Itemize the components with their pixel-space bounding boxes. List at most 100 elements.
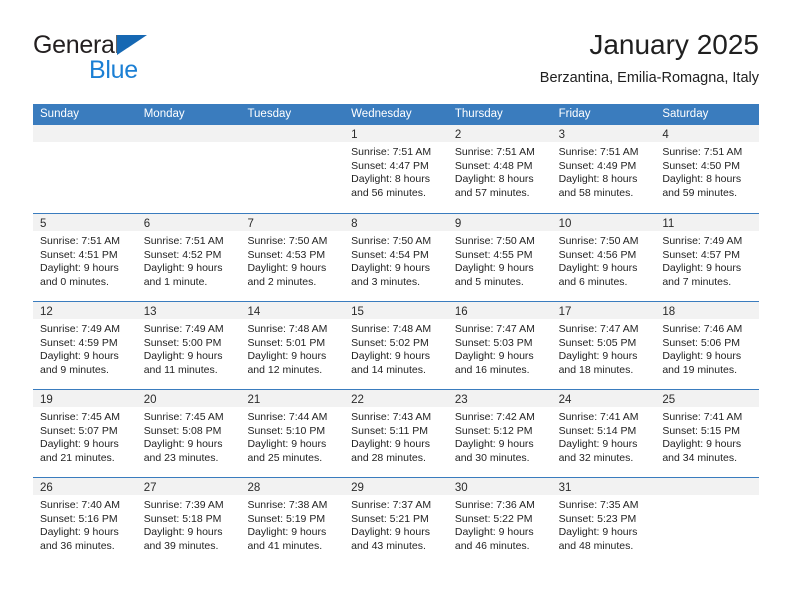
week-row: 5 Sunrise: 7:51 AM Sunset: 4:51 PM Daylight… (33, 213, 760, 301)
day-cell[interactable]: 25 Sunrise: 7:41 AM Sunset: 5:15 PM Dayligh… (655, 390, 760, 477)
day-cell-empty (136, 125, 241, 213)
detail-line: and 32 minutes. (558, 451, 634, 464)
day-cell[interactable]: 23 Sunrise: 7:42 AM Sunset: 5:12 PM Dayligh… (447, 390, 552, 477)
day-cell[interactable]: 3 Sunrise: 7:51 AM Sunset: 4:49 PM Daylight… (551, 125, 656, 213)
day-details: Sunrise: 7:42 AM Sunset: 5:12 PM Daylight:… (448, 407, 552, 465)
day-cell[interactable]: 1 Sunrise: 7:51 AM Sunset: 4:47 PM Daylight… (344, 125, 448, 213)
day-cell[interactable]: 24 Sunrise: 7:41 AM Sunset: 5:14 PM Dayligh… (551, 390, 656, 477)
detail-line: Sunset: 4:55 PM (454, 248, 533, 261)
day-cell[interactable]: 6 Sunrise: 7:51 AM Sunset: 4:52 PM Daylight… (136, 214, 241, 301)
day-details: Sunrise: 7:39 AM Sunset: 5:18 PM Daylight:… (137, 495, 241, 553)
detail-line: Daylight: 8 hours (454, 173, 534, 185)
day-cell[interactable]: 30 Sunrise: 7:36 AM Sunset: 5:22 PM Dayligh… (447, 478, 552, 565)
day-number-strip: 11 (655, 214, 760, 231)
weekday-header-row: Sunday Monday Tuesday Wednesday Thursday Frid… (33, 104, 759, 125)
day-number: 25 (662, 394, 676, 406)
detail-line: Sunset: 5:21 PM (351, 512, 429, 525)
day-cell[interactable]: 15 Sunrise: 7:48 AM Sunset: 5:02 PM Dayligh… (344, 302, 448, 389)
day-number: 23 (454, 394, 468, 406)
day-number-strip: 18 (655, 302, 760, 319)
detail-line: Sunset: 4:54 PM (351, 248, 429, 261)
day-cell[interactable]: 13 Sunrise: 7:49 AM Sunset: 5:00 PM Dayligh… (136, 302, 241, 389)
detail-line: and 59 minutes. (662, 186, 738, 199)
detail-line: Daylight: 9 hours (143, 350, 223, 362)
day-cell[interactable]: 17 Sunrise: 7:47 AM Sunset: 5:05 PM Dayligh… (551, 302, 656, 389)
detail-line: Sunrise: 7:49 AM (40, 323, 120, 335)
detail-line: Sunset: 5:23 PM (558, 512, 637, 525)
day-cell[interactable]: 11 Sunrise: 7:49 AM Sunset: 4:57 PM Dayligh… (655, 214, 760, 301)
detail-line: Sunset: 5:03 PM (454, 336, 533, 349)
day-cell[interactable]: 14 Sunrise: 7:48 AM Sunset: 5:01 PM Dayligh… (240, 302, 345, 389)
page-header: General Blue January 2025 Berzantina, Em… (33, 28, 759, 98)
detail-line: and 30 minutes. (454, 451, 530, 464)
detail-line: Sunset: 5:14 PM (558, 424, 637, 437)
day-cell[interactable]: 7 Sunrise: 7:50 AM Sunset: 4:53 PM Daylight… (240, 214, 345, 301)
detail-line: Sunrise: 7:51 AM (40, 235, 120, 247)
day-number: 29 (351, 482, 364, 494)
day-details: Sunrise: 7:40 AM Sunset: 5:16 PM Daylight:… (33, 495, 137, 553)
day-cell[interactable]: 4 Sunrise: 7:51 AM Sunset: 4:50 PM Daylight… (655, 125, 760, 213)
detail-line: Sunset: 4:51 PM (40, 248, 118, 261)
detail-line: Daylight: 9 hours (143, 438, 223, 450)
day-details: Sunrise: 7:41 AM Sunset: 5:15 PM Daylight:… (655, 407, 759, 465)
detail-line: Sunrise: 7:47 AM (454, 323, 535, 335)
day-cell[interactable]: 10 Sunrise: 7:50 AM Sunset: 4:56 PM Dayligh… (551, 214, 656, 301)
day-cell[interactable]: 28 Sunrise: 7:38 AM Sunset: 5:19 PM Dayligh… (240, 478, 345, 565)
day-cell[interactable]: 26 Sunrise: 7:40 AM Sunset: 5:16 PM Dayligh… (33, 478, 137, 565)
day-cell[interactable]: 5 Sunrise: 7:51 AM Sunset: 4:51 PM Daylight… (33, 214, 137, 301)
day-number: 6 (143, 218, 151, 230)
detail-line: Sunset: 4:57 PM (662, 248, 740, 261)
day-number-strip: 9 (447, 214, 552, 231)
detail-line: Sunset: 5:05 PM (558, 336, 637, 349)
detail-line: Sunrise: 7:48 AM (351, 323, 432, 335)
detail-line: Sunrise: 7:41 AM (558, 411, 639, 423)
day-number: 21 (247, 394, 261, 406)
day-details: Sunrise: 7:50 AM Sunset: 4:56 PM Daylight:… (552, 231, 656, 289)
day-number-strip (655, 478, 760, 495)
detail-line: Sunset: 4:53 PM (247, 248, 326, 261)
detail-line: and 56 minutes. (351, 186, 426, 199)
day-cell[interactable]: 12 Sunrise: 7:49 AM Sunset: 4:59 PM Dayligh… (33, 302, 137, 389)
day-cell[interactable]: 22 Sunrise: 7:43 AM Sunset: 5:11 PM Dayligh… (344, 390, 448, 477)
weekday-header-monday: Monday (143, 108, 185, 120)
day-cell[interactable]: 29 Sunrise: 7:37 AM Sunset: 5:21 PM Dayligh… (344, 478, 448, 565)
detail-line: and 18 minutes. (558, 363, 634, 376)
day-cell[interactable]: 16 Sunrise: 7:47 AM Sunset: 5:03 PM Dayligh… (447, 302, 552, 389)
day-details: Sunrise: 7:50 AM Sunset: 4:55 PM Daylight:… (448, 231, 552, 289)
day-cell[interactable]: 27 Sunrise: 7:39 AM Sunset: 5:18 PM Dayligh… (136, 478, 241, 565)
detail-line: Sunset: 4:56 PM (558, 248, 637, 261)
day-cell[interactable]: 8 Sunrise: 7:50 AM Sunset: 4:54 PM Daylight… (344, 214, 448, 301)
detail-line: Sunset: 4:50 PM (662, 159, 740, 172)
day-number-strip: 2 (447, 125, 552, 142)
day-number: 5 (40, 218, 47, 230)
detail-line: Sunrise: 7:46 AM (662, 323, 743, 335)
day-cell-empty (655, 478, 760, 565)
detail-line: Sunrise: 7:43 AM (351, 411, 432, 423)
detail-line: Sunrise: 7:45 AM (40, 411, 120, 423)
detail-line: Sunrise: 7:50 AM (351, 235, 432, 247)
day-number-strip: 6 (136, 214, 241, 231)
detail-line: Sunrise: 7:38 AM (247, 499, 328, 511)
detail-line: Daylight: 9 hours (351, 438, 430, 450)
day-cell[interactable]: 21 Sunrise: 7:44 AM Sunset: 5:10 PM Dayligh… (240, 390, 345, 477)
detail-line: and 12 minutes. (247, 363, 323, 376)
day-cell[interactable]: 2 Sunrise: 7:51 AM Sunset: 4:48 PM Daylight… (447, 125, 552, 213)
detail-line: Sunrise: 7:40 AM (40, 499, 120, 511)
day-cell[interactable]: 9 Sunrise: 7:50 AM Sunset: 4:55 PM Daylight… (447, 214, 552, 301)
day-details: Sunrise: 7:38 AM Sunset: 5:19 PM Daylight:… (240, 495, 344, 553)
detail-line: and 25 minutes. (247, 451, 323, 464)
day-number: 15 (351, 306, 364, 318)
day-number: 30 (454, 482, 468, 494)
day-cell[interactable]: 18 Sunrise: 7:46 AM Sunset: 5:06 PM Dayligh… (655, 302, 760, 389)
day-number: 27 (143, 482, 157, 494)
detail-line: Sunset: 5:18 PM (143, 512, 222, 525)
day-details: Sunrise: 7:35 AM Sunset: 5:23 PM Daylight:… (552, 495, 656, 553)
day-cell[interactable]: 19 Sunrise: 7:45 AM Sunset: 5:07 PM Dayligh… (33, 390, 137, 477)
day-number-strip: 12 (33, 302, 137, 319)
detail-line: and 23 minutes. (143, 451, 219, 464)
day-cell[interactable]: 20 Sunrise: 7:45 AM Sunset: 5:08 PM Dayligh… (136, 390, 241, 477)
day-details: Sunrise: 7:51 AM Sunset: 4:50 PM Daylight:… (655, 142, 759, 200)
week-row: 19 Sunrise: 7:45 AM Sunset: 5:07 PM Dayligh… (33, 389, 760, 477)
day-cell[interactable]: 31 Sunrise: 7:35 AM Sunset: 5:23 PM Dayligh… (551, 478, 656, 565)
general-blue-logo[interactable]: General Blue (33, 32, 273, 88)
